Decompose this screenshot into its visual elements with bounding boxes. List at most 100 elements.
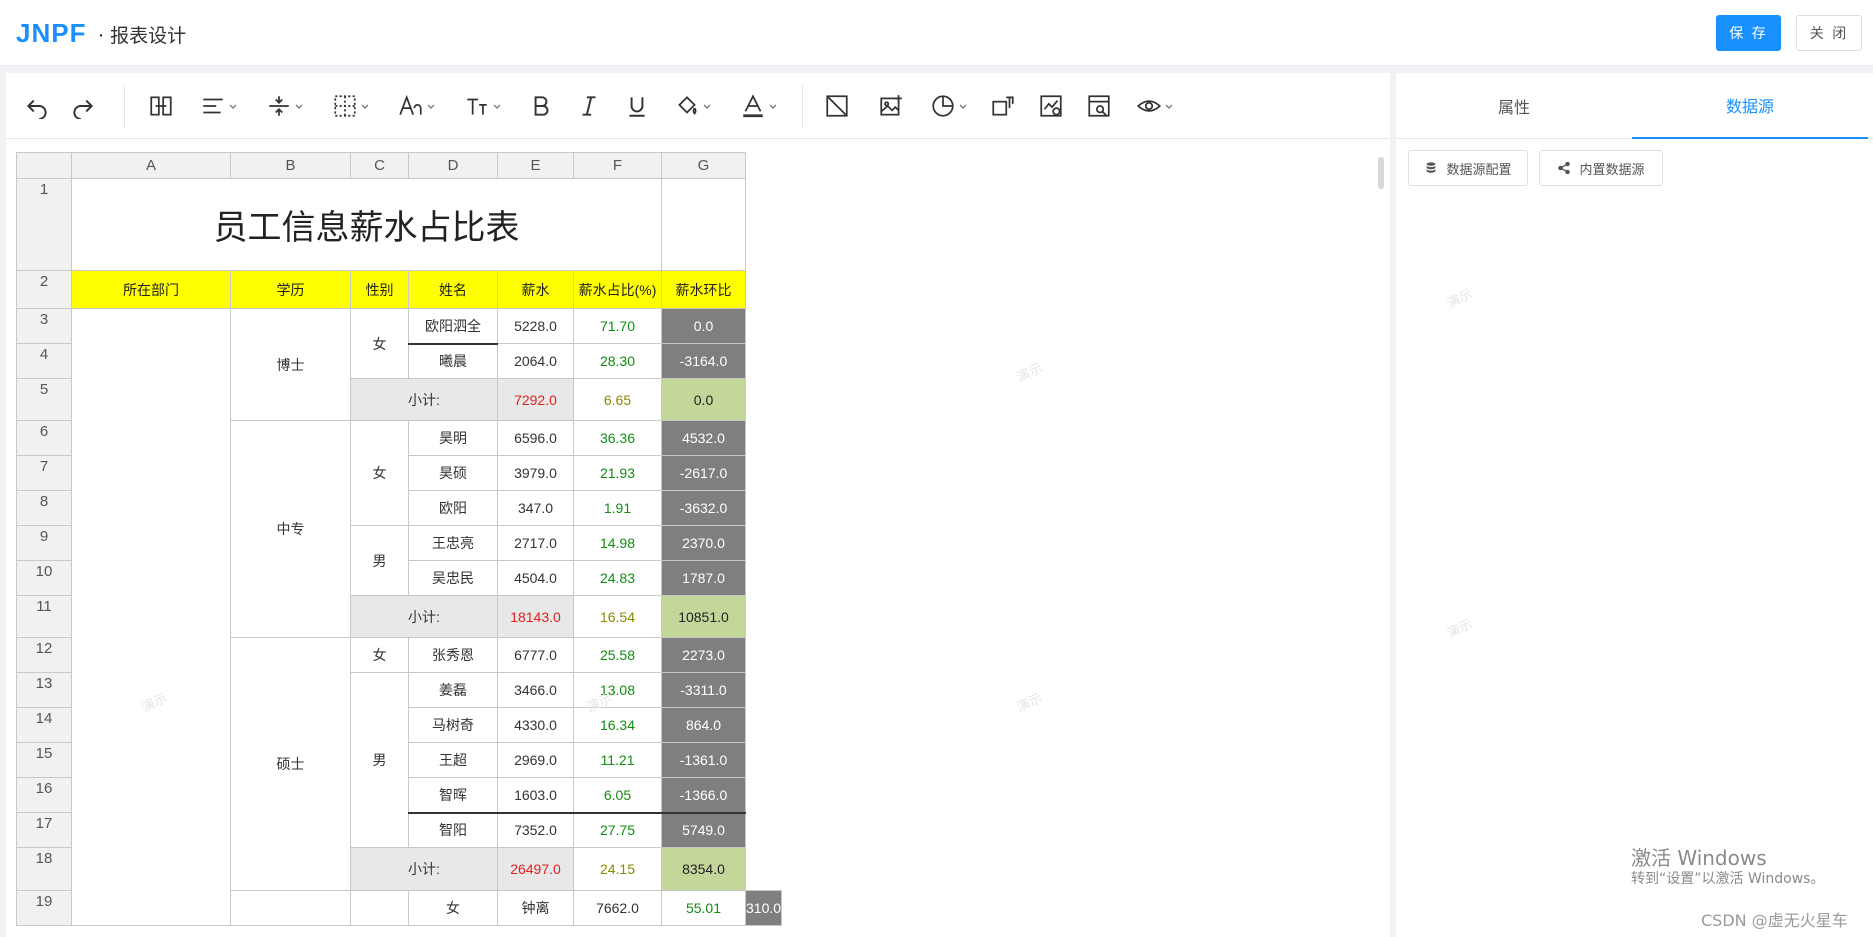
undo-icon[interactable] <box>22 89 52 123</box>
mom-cell[interactable]: 1787.0 <box>661 560 746 596</box>
row-header[interactable]: 16 <box>16 777 72 813</box>
subtotal-label[interactable]: 小计: <box>350 595 498 638</box>
salary-cell[interactable]: 2064.0 <box>497 343 574 379</box>
mom-cell[interactable]: -1361.0 <box>661 742 746 778</box>
pct-cell[interactable]: 14.98 <box>573 525 662 561</box>
mom-cell[interactable]: 310.0 <box>744 890 783 926</box>
name-cell[interactable]: 昊明 <box>408 420 498 456</box>
col-header-b[interactable]: B <box>230 152 351 179</box>
gender-cell[interactable]: 女 <box>408 890 498 926</box>
subtotal-mom[interactable]: 0.0 <box>661 378 746 421</box>
mom-cell[interactable]: 2273.0 <box>661 637 746 673</box>
mom-cell[interactable]: -2617.0 <box>661 455 746 491</box>
name-cell[interactable]: 马树奇 <box>408 707 498 743</box>
gender-cell[interactable]: 男 <box>350 525 409 596</box>
salary-cell[interactable]: 1603.0 <box>497 777 574 813</box>
header-cell[interactable]: 所在部门 <box>71 270 231 309</box>
salary-cell[interactable]: 3466.0 <box>497 672 574 708</box>
name-cell[interactable]: 曦晨 <box>408 342 498 379</box>
salary-cell[interactable]: 3979.0 <box>497 455 574 491</box>
close-button[interactable]: 关 闭 <box>1796 15 1862 51</box>
row-header[interactable]: 17 <box>16 812 72 848</box>
subtotal-salary[interactable]: 7292.0 <box>497 378 574 421</box>
pct-cell[interactable]: 13.08 <box>573 672 662 708</box>
row-header[interactable]: 3 <box>16 308 72 344</box>
row-header[interactable]: 13 <box>16 672 72 708</box>
subtotal-pct[interactable]: 24.15 <box>573 847 662 891</box>
pct-cell[interactable]: 55.01 <box>661 890 746 926</box>
row-header[interactable]: 12 <box>16 637 72 673</box>
bold-icon[interactable] <box>526 89 556 123</box>
salary-cell[interactable]: 4330.0 <box>497 707 574 743</box>
degree-cell[interactable] <box>350 890 409 926</box>
name-cell[interactable]: 王忠亮 <box>408 525 498 561</box>
salary-cell[interactable]: 6777.0 <box>497 637 574 673</box>
department-cell[interactable] <box>230 890 351 926</box>
salary-cell[interactable]: 6596.0 <box>497 420 574 456</box>
name-cell[interactable]: 智晖 <box>408 777 498 813</box>
degree-cell[interactable]: 硕士 <box>230 637 351 891</box>
col-header-c[interactable]: C <box>350 152 409 179</box>
salary-cell[interactable]: 4504.0 <box>497 560 574 596</box>
pct-cell[interactable]: 28.30 <box>573 343 662 379</box>
pct-cell[interactable]: 21.93 <box>573 455 662 491</box>
save-button[interactable]: 保 存 <box>1716 15 1781 51</box>
name-cell[interactable]: 钟离 <box>497 890 574 926</box>
font-color-icon[interactable] <box>736 89 782 123</box>
font-size-icon[interactable] <box>460 89 506 123</box>
subtotal-mom[interactable]: 10851.0 <box>661 595 746 638</box>
preview-window-icon[interactable] <box>1084 89 1114 123</box>
clear-format-icon[interactable] <box>822 89 852 123</box>
header-cell[interactable]: 姓名 <box>408 270 498 309</box>
col-header-g[interactable]: G <box>661 152 746 179</box>
corner-cell[interactable] <box>16 152 72 179</box>
mom-cell[interactable]: 2370.0 <box>661 525 746 561</box>
row-header[interactable]: 4 <box>16 343 72 379</box>
builtin-datasource-button[interactable]: 内置数据源 <box>1539 150 1663 186</box>
degree-cell[interactable]: 中专 <box>230 420 351 638</box>
col-header-f[interactable]: F <box>573 152 662 179</box>
name-cell[interactable]: 张秀恩 <box>408 637 498 673</box>
pct-cell[interactable]: 25.58 <box>573 637 662 673</box>
mom-cell[interactable]: 864.0 <box>661 707 746 743</box>
pct-cell[interactable]: 27.75 <box>573 811 662 848</box>
salary-cell[interactable]: 347.0 <box>497 490 574 526</box>
subtotal-salary[interactable]: 26497.0 <box>497 847 574 891</box>
data-binding-icon[interactable] <box>988 89 1018 123</box>
salary-cell[interactable]: 5228.0 <box>497 308 574 344</box>
gender-cell[interactable]: 女 <box>350 308 409 379</box>
pct-cell[interactable]: 1.91 <box>573 490 662 526</box>
header-cell[interactable]: 学历 <box>230 270 351 309</box>
name-cell[interactable]: 欧阳 <box>408 490 498 526</box>
name-cell[interactable]: 吴忠民 <box>408 560 498 596</box>
col-header-a[interactable]: A <box>71 152 231 179</box>
department-cell[interactable] <box>71 308 231 926</box>
pct-cell[interactable]: 16.34 <box>573 707 662 743</box>
header-cell[interactable]: 薪水环比 <box>661 270 746 309</box>
report-title[interactable]: 员工信息薪水占比表 <box>71 178 662 271</box>
col-header-e[interactable]: E <box>497 152 574 179</box>
italic-icon[interactable] <box>574 89 604 123</box>
spreadsheet[interactable]: A B C D E F G 1 员工信息薪水占比表 2 所在部门 学历 性别 姓… <box>16 152 1382 937</box>
row-header[interactable]: 18 <box>16 847 72 891</box>
salary-cell[interactable]: 2969.0 <box>497 742 574 778</box>
tab-properties[interactable]: 属性 <box>1396 73 1632 139</box>
vertical-align-icon[interactable] <box>262 89 308 123</box>
mom-cell[interactable]: -3164.0 <box>661 343 746 379</box>
header-cell[interactable]: 薪水占比(%) <box>573 270 662 309</box>
salary-cell[interactable]: 7662.0 <box>573 890 662 926</box>
name-cell[interactable]: 姜磊 <box>408 672 498 708</box>
gender-cell[interactable]: 男 <box>350 672 409 848</box>
mom-cell[interactable]: -3311.0 <box>661 672 746 708</box>
row-header[interactable]: 7 <box>16 455 72 491</box>
pct-cell[interactable]: 11.21 <box>573 742 662 778</box>
border-icon[interactable] <box>328 89 374 123</box>
subtotal-salary[interactable]: 18143.0 <box>497 595 574 638</box>
subtotal-label[interactable]: 小计: <box>350 378 498 421</box>
row-header[interactable]: 14 <box>16 707 72 743</box>
underline-icon[interactable] <box>622 89 652 123</box>
col-header-d[interactable]: D <box>408 152 498 179</box>
pct-cell[interactable]: 36.36 <box>573 420 662 456</box>
insert-image-icon[interactable] <box>876 89 906 123</box>
align-icon[interactable] <box>196 89 242 123</box>
